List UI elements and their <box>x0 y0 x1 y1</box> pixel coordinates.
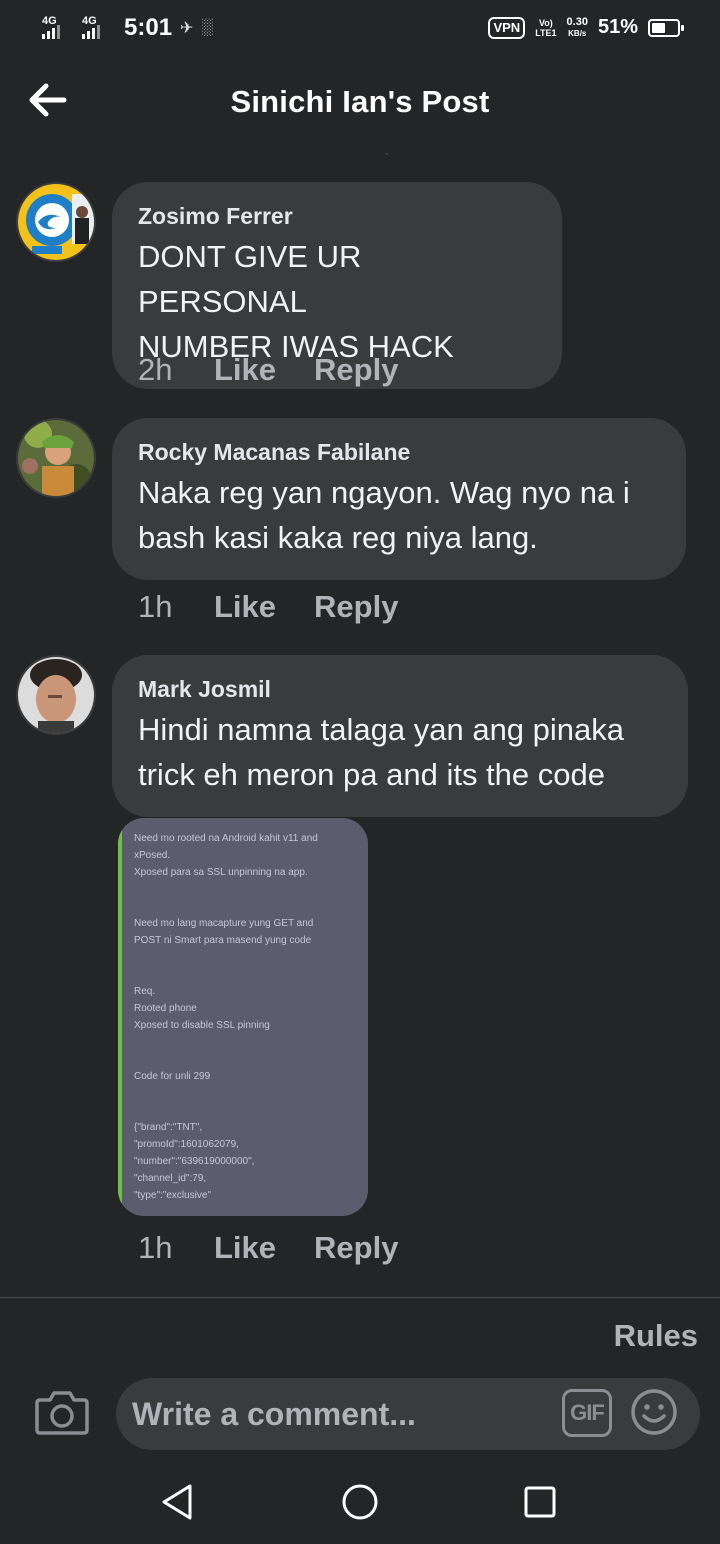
status-bar: 4G 4G 5:01 ✈ ░ VPN Vo) LTE1 0.30 KB/s 51… <box>0 0 720 58</box>
battery-percent: 51% <box>597 16 638 38</box>
gif-button[interactable]: GIF <box>562 1389 612 1437</box>
volte-indicator: Vo) LTE1 <box>535 18 556 38</box>
comment-text-line: DONT GIVE UR PERSONAL <box>138 239 362 319</box>
reply-button[interactable]: Reply <box>314 352 398 388</box>
battery-icon <box>648 18 684 37</box>
comment-input[interactable] <box>132 1378 552 1450</box>
header-divider <box>385 153 388 155</box>
attachment-text: Need mo rooted na Android kahit v11 and … <box>134 833 318 1201</box>
camera-button[interactable] <box>34 1386 90 1438</box>
system-nav-bar <box>0 1460 720 1544</box>
comment-text-line: bash kasi kaka reg niya lang. <box>138 520 538 555</box>
avatar-image <box>18 184 94 260</box>
nav-home-button[interactable] <box>338 1480 382 1524</box>
like-button[interactable]: Like <box>214 352 276 388</box>
avatar-image <box>18 657 94 733</box>
app-header: Sinichi Ian's Post <box>0 62 720 146</box>
like-button[interactable]: Like <box>214 1230 276 1266</box>
volte-bottom: LTE1 <box>535 27 557 38</box>
comment-author[interactable]: Zosimo Ferrer <box>138 202 536 230</box>
data-saver-icon: ✈ <box>180 20 194 37</box>
signal-strength-icon-2: 4G <box>80 15 112 41</box>
comment-bubble[interactable]: Rocky Macanas Fabilane Naka reg yan ngay… <box>112 418 686 580</box>
comment-text-line: trick eh meron pa and its the code <box>138 757 605 792</box>
speed-unit: KB/s <box>568 28 587 38</box>
comment-actions: 1h Like Reply <box>138 1230 436 1266</box>
signal-strength-icon: 4G <box>40 15 72 41</box>
smiley-icon <box>631 1389 677 1435</box>
like-button[interactable]: Like <box>214 589 276 625</box>
emoji-button[interactable] <box>630 1388 678 1436</box>
comment-text-line: Naka reg yan ngayon. Wag nyo na i <box>138 475 630 510</box>
comment-actions: 2h Like Reply <box>138 352 436 388</box>
comment-time: 1h <box>138 589 173 624</box>
network-speed: 0.30 KB/s <box>566 15 588 39</box>
attachment-accent-bar <box>118 818 122 1216</box>
back-triangle-icon <box>162 1484 192 1520</box>
clock: 5:01 <box>124 14 173 41</box>
vpn-badge: VPN <box>488 16 526 39</box>
volte-top: Vo) <box>538 17 553 28</box>
comment-attachment-image[interactable]: Need mo rooted na Android kahit v11 and … <box>118 818 368 1216</box>
avatar[interactable] <box>16 182 96 262</box>
avatar-image <box>18 420 94 496</box>
home-circle-icon <box>342 1484 378 1520</box>
speed-value: 0.30 <box>566 15 588 28</box>
nav-back-button[interactable] <box>156 1480 200 1524</box>
comment-time: 2h <box>138 352 173 387</box>
compose-divider <box>0 1297 720 1298</box>
comment-text-line: Hindi namna talaga yan ang pinaka <box>138 712 625 747</box>
comment-actions: 1h Like Reply <box>138 589 436 625</box>
camera-icon <box>35 1391 89 1435</box>
comment-composer[interactable]: GIF <box>116 1378 700 1450</box>
comment-time: 1h <box>138 1230 173 1265</box>
avatar[interactable] <box>16 655 96 735</box>
reply-button[interactable]: Reply <box>314 1230 398 1266</box>
reply-button[interactable]: Reply <box>314 589 398 625</box>
page-title: Sinichi Ian's Post <box>230 84 490 119</box>
comment-bubble[interactable]: Mark Josmil Hindi namna talaga yan ang p… <box>112 655 688 817</box>
wifi-off-icon: ░ <box>201 19 213 36</box>
nav-recents-button[interactable] <box>518 1480 562 1524</box>
recents-square-icon <box>524 1486 556 1518</box>
avatar[interactable] <box>16 418 96 498</box>
comment-author[interactable]: Mark Josmil <box>138 675 662 703</box>
comment-author[interactable]: Rocky Macanas Fabilane <box>138 438 660 466</box>
rules-link[interactable]: Rules <box>614 1318 698 1354</box>
